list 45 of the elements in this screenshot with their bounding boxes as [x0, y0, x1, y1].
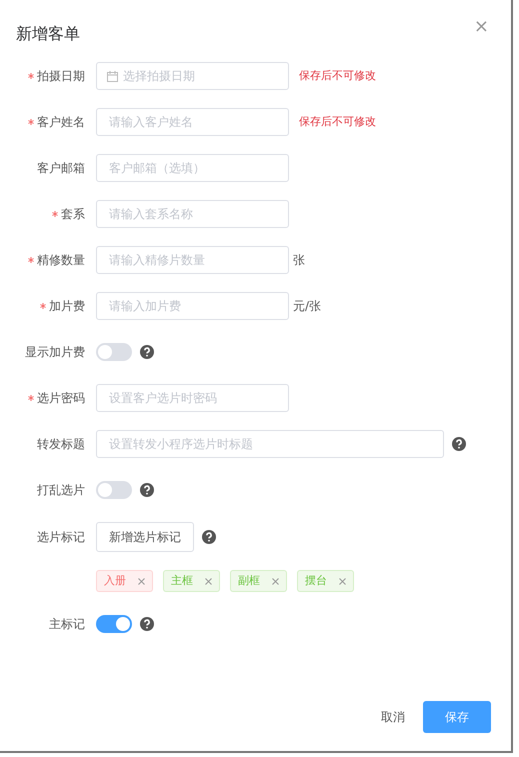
field-label: 选片标记: [37, 529, 85, 546]
dialog-title: 新增客单: [16, 24, 80, 43]
field-label: 打乱选片: [37, 482, 85, 499]
field-label: 套系: [61, 206, 85, 223]
field-label: 客户姓名: [37, 114, 85, 131]
field-label: 加片费: [49, 298, 85, 315]
toggle-switch[interactable]: [96, 615, 132, 633]
help-icon[interactable]: [202, 530, 216, 544]
unit-label: 张: [293, 252, 305, 269]
input-field[interactable]: 请输入加片费: [96, 292, 289, 320]
field-label: 客户邮箱: [37, 160, 85, 177]
date-field[interactable]: 选择拍摄日期: [96, 62, 289, 90]
tag[interactable]: 主框: [163, 570, 220, 592]
tag[interactable]: 副框: [230, 570, 287, 592]
field-label: 显示加片费: [25, 344, 85, 361]
remove-icon[interactable]: [138, 578, 145, 584]
save-button[interactable]: 保存: [423, 701, 491, 733]
field-label: 拍摄日期: [37, 68, 85, 85]
input-field[interactable]: 设置转发小程序选片时标题: [96, 430, 444, 458]
field-label: 精修数量: [37, 252, 85, 269]
add-mark-button[interactable]: 新增选片标记: [96, 522, 194, 552]
close-button[interactable]: ×: [474, 18, 489, 36]
remove-icon[interactable]: [205, 578, 212, 584]
input-field[interactable]: 请输入套系名称: [96, 200, 289, 228]
cancel-button[interactable]: 取消: [371, 702, 415, 732]
help-icon[interactable]: [140, 483, 154, 497]
field-label: 选片密码: [37, 390, 85, 407]
field-label: 转发标题: [37, 436, 85, 453]
field-label: 主标记: [49, 616, 85, 633]
help-icon[interactable]: [140, 617, 154, 631]
toggle-switch[interactable]: [96, 481, 132, 499]
warning-note: 保存后不可修改: [299, 68, 376, 84]
remove-icon[interactable]: [339, 578, 346, 584]
input-field[interactable]: 客户邮箱（选填）: [96, 154, 289, 182]
help-icon[interactable]: [452, 437, 466, 451]
remove-icon[interactable]: [272, 578, 279, 584]
help-icon[interactable]: [140, 345, 154, 359]
tag[interactable]: 入册: [96, 570, 153, 592]
tag[interactable]: 摆台: [297, 570, 354, 592]
input-field[interactable]: 请输入精修片数量: [96, 246, 289, 274]
warning-note: 保存后不可修改: [299, 114, 376, 130]
unit-label: 元/张: [293, 298, 322, 315]
input-field[interactable]: 设置客户选片时密码: [96, 384, 289, 412]
input-field[interactable]: 请输入客户姓名: [96, 108, 289, 136]
toggle-switch[interactable]: [96, 343, 132, 361]
